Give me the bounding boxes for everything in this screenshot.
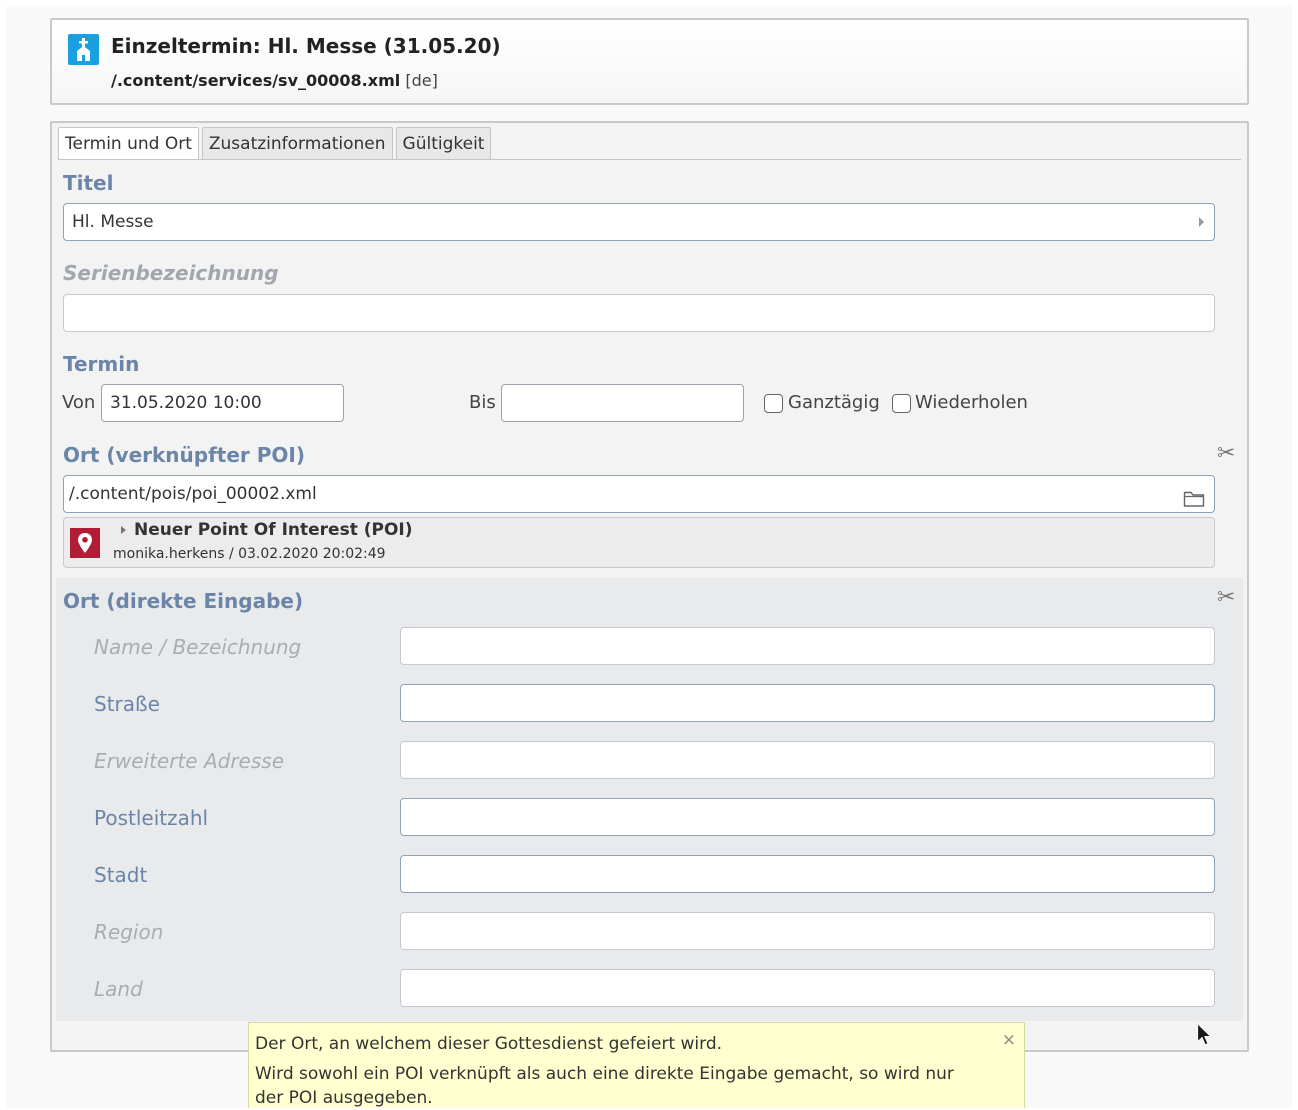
titel-label: Titel [63, 171, 114, 195]
land-label: Land [94, 977, 143, 1001]
serienbezeichnung-label: Serienbezeichnung [63, 261, 279, 285]
linked-poi-item[interactable]: Neuer Point Of Interest (POI) monika.her… [63, 517, 1215, 568]
scissors-icon[interactable]: ✂ [1217, 443, 1235, 465]
tooltip-line-1: Der Ort, an welchem dieser Gottesdienst … [255, 1034, 723, 1054]
postleitzahl-label: Postleitzahl [94, 806, 209, 830]
mouse-cursor-icon [1196, 1022, 1214, 1052]
land-input[interactable] [400, 969, 1215, 1007]
tab-bar: Termin und Ort Zusatzinformationen Gülti… [58, 127, 494, 160]
tab-gueltigkeit[interactable]: Gültigkeit [395, 127, 492, 160]
ganztaegig-label[interactable]: Ganztägig [788, 392, 880, 413]
map-pin-icon [70, 528, 100, 558]
name-bezeichnung-input[interactable] [400, 627, 1215, 665]
poi-meta: monika.herkens / 03.02.2020 20:02:49 [113, 546, 386, 562]
erweiterte-adresse-input[interactable] [400, 741, 1215, 779]
scissors-icon[interactable]: ✂ [1217, 587, 1235, 609]
ort-direkt-label: Ort (direkte Eingabe) [63, 589, 304, 613]
help-tooltip: Der Ort, an welchem dieser Gottesdienst … [248, 1022, 1025, 1108]
tooltip-line-2: Wird sowohl ein POI verknüpft als auch e… [255, 1064, 954, 1108]
page-title: Einzeltermin: Hl. Messe (31.05.20) [111, 34, 501, 58]
expand-caret-icon[interactable] [121, 526, 126, 534]
church-icon [68, 34, 99, 65]
close-icon[interactable]: × [1002, 1032, 1016, 1049]
name-bezeichnung-label: Name / Bezeichnung [94, 635, 302, 659]
von-date-value: 31.05.2020 10:00 [110, 393, 262, 413]
postleitzahl-input[interactable] [400, 798, 1215, 836]
locale-badge: [de] [405, 71, 438, 90]
erweiterte-adresse-label: Erweiterte Adresse [94, 749, 284, 773]
bis-date-input[interactable] [501, 384, 744, 422]
stadt-input[interactable] [400, 855, 1215, 893]
resource-path-value: /.content/services/sv_00008.xml [111, 71, 401, 90]
ort-poi-label: Ort (verknüpfter POI) [63, 443, 305, 467]
caret-right-icon[interactable] [1199, 217, 1204, 227]
titel-input-value: Hl. Messe [72, 212, 154, 232]
von-label: Von [62, 392, 96, 413]
strasse-label: Straße [94, 692, 160, 716]
editor-panel: Termin und Ort Zusatzinformationen Gülti… [50, 121, 1249, 1052]
stadt-label: Stadt [94, 863, 148, 887]
ort-poi-input[interactable]: /.content/pois/poi_00002.xml [63, 475, 1215, 513]
region-input[interactable] [400, 912, 1215, 950]
wiederholen-checkbox[interactable] [892, 394, 911, 413]
ort-poi-value: /.content/pois/poi_00002.xml [69, 484, 317, 504]
ganztaegig-checkbox[interactable] [764, 394, 783, 413]
tab-divider [58, 159, 1241, 160]
folder-icon[interactable] [1183, 485, 1205, 512]
strasse-input[interactable] [400, 684, 1215, 722]
bis-label: Bis [469, 392, 496, 413]
wiederholen-label[interactable]: Wiederholen [915, 392, 1028, 413]
resource-path: /.content/services/sv_00008.xml [de] [111, 71, 438, 90]
ort-direkt-section: Ort (direkte Eingabe) ✂ Name / Bezeichnu… [56, 578, 1243, 1021]
tab-termin-und-ort[interactable]: Termin und Ort [58, 127, 199, 160]
termin-label: Termin [63, 352, 140, 376]
von-date-input[interactable]: 31.05.2020 10:00 [101, 384, 344, 422]
region-label: Region [94, 920, 164, 944]
resource-header: Einzeltermin: Hl. Messe (31.05.20) /.con… [50, 18, 1249, 105]
titel-input[interactable]: Hl. Messe [63, 203, 1215, 241]
serienbezeichnung-input[interactable] [63, 294, 1215, 332]
poi-title: Neuer Point Of Interest (POI) [134, 520, 413, 540]
tab-zusatzinformationen[interactable]: Zusatzinformationen [201, 127, 393, 160]
